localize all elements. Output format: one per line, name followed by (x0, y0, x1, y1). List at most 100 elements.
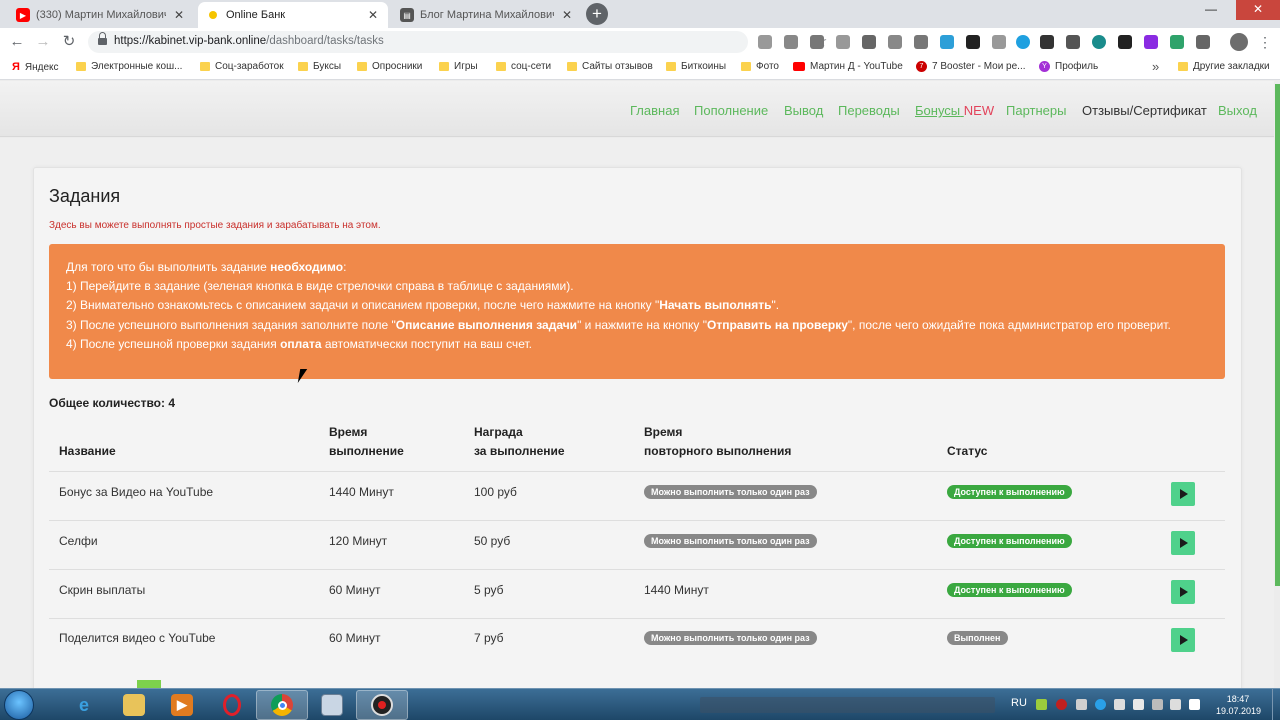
address-bar[interactable]: https://kabinet.vip-bank.online/dashboar… (88, 31, 827, 53)
taskbar-explorer[interactable] (108, 690, 160, 720)
windows-taskbar: e ▶ RU 18:47 19.07.2019 (0, 688, 1280, 720)
close-icon[interactable]: ✕ (366, 8, 380, 22)
menu-dots-icon[interactable]: ⋮ (1258, 33, 1272, 51)
bookmark-folder[interactable]: Буксы (298, 61, 341, 72)
nav-transfers[interactable]: Переводы (838, 103, 900, 118)
task-name: Селфи (59, 534, 98, 548)
chrome-icon (271, 694, 293, 716)
extension-icon[interactable] (914, 35, 928, 49)
bookmark-folder[interactable]: Электронные кош... (76, 61, 182, 72)
extension-icon[interactable] (1092, 35, 1106, 49)
language-indicator[interactable]: RU (1011, 697, 1027, 709)
task-reward: 7 руб (474, 631, 504, 645)
taskbar-media[interactable]: ▶ (156, 690, 208, 720)
skype-icon[interactable] (1095, 699, 1106, 710)
taskbar-opera[interactable] (206, 690, 258, 720)
bookmark-profile[interactable]: Y Профиль (1039, 61, 1098, 72)
extension-icon[interactable] (836, 35, 850, 49)
nav-home[interactable]: Главная (630, 103, 679, 118)
bookmarks-bar: Я Яндекс Электронные кош... Соц-заработок… (0, 56, 1280, 80)
flag-icon[interactable] (1189, 699, 1200, 710)
url-path: /dashboard/tasks/tasks (266, 35, 384, 47)
extension-icon[interactable] (1040, 35, 1054, 49)
taskbar-ie[interactable]: e (58, 690, 110, 720)
taskbar-window[interactable] (306, 690, 358, 720)
tray-icon[interactable] (1056, 699, 1067, 710)
tray-icon[interactable] (1076, 699, 1087, 710)
clock-time: 18:47 (1226, 694, 1250, 704)
tab-online-bank[interactable]: Online Банк ✕ (198, 2, 388, 28)
close-window-button[interactable]: ✕ (1236, 0, 1280, 20)
close-icon[interactable]: ✕ (172, 8, 186, 22)
extension-icon[interactable] (784, 35, 798, 49)
bookmark-folder[interactable]: Игры (439, 61, 478, 72)
forward-button[interactable]: → (34, 33, 52, 51)
extension-icon[interactable] (888, 35, 902, 49)
scrollbar-thumb[interactable] (1275, 84, 1280, 586)
extension-icon[interactable] (1118, 35, 1132, 49)
nav-topup[interactable]: Пополнение (694, 103, 768, 118)
bookmark-yandex[interactable]: Я Яндекс (12, 61, 59, 73)
taskbar-recorder[interactable] (356, 690, 408, 720)
system-clock[interactable]: 18:47 19.07.2019 (1216, 693, 1261, 717)
status-badge: Доступен к выполнению (947, 583, 1072, 597)
yandex-icon: Я (12, 61, 20, 73)
close-icon[interactable]: ✕ (560, 8, 574, 22)
extension-icon[interactable] (1144, 35, 1158, 49)
nav-logout[interactable]: Выход (1218, 103, 1257, 118)
bookmark-folder[interactable]: Фото (741, 61, 779, 72)
show-desktop-button[interactable] (1272, 689, 1280, 720)
nav-reviews[interactable]: Отзывы/Сертификат (1082, 103, 1207, 118)
start-button[interactable] (4, 690, 34, 720)
bookmark-youtube[interactable]: Мартин Д - YouTube (793, 61, 903, 72)
bookmark-label: Сайты отзывов (582, 61, 653, 72)
reload-button[interactable]: ↻ (60, 33, 78, 51)
bookmark-folder[interactable]: Опросники (357, 61, 422, 72)
new-tab-button[interactable]: + (586, 3, 608, 25)
open-task-button[interactable] (1171, 482, 1195, 506)
pagination-item[interactable] (137, 680, 161, 688)
tray-icon[interactable] (1170, 699, 1181, 710)
extension-icon[interactable] (966, 35, 980, 49)
tray-icon[interactable] (1133, 699, 1144, 710)
extension-icon[interactable] (810, 35, 824, 49)
back-button[interactable]: ← (8, 33, 26, 51)
nav-partners[interactable]: Партнеры (1006, 103, 1066, 118)
tab-blog[interactable]: ▤ Блог Мартина Михайловича - З ✕ (392, 2, 582, 28)
extension-icon[interactable] (1170, 35, 1184, 49)
col-header-time: Время выполнение (329, 423, 404, 461)
alert-text: : (343, 260, 347, 274)
extension-icon[interactable] (992, 35, 1006, 49)
nav-withdraw[interactable]: Вывод (784, 103, 823, 118)
bookmark-label: Игры (454, 61, 478, 72)
bookmark-other[interactable]: Другие закладки (1178, 61, 1270, 72)
profile-avatar[interactable] (1230, 33, 1248, 51)
bookmark-folder[interactable]: соц-сети (496, 61, 551, 72)
alert-line: Для того что бы выполнить задание необхо… (66, 258, 1208, 277)
extension-icon[interactable] (758, 35, 772, 49)
total-count: Общее количество: 4 (49, 396, 175, 410)
tray-icon[interactable] (1036, 699, 1047, 710)
nav-bonuses[interactable]: Бонусы NEW (915, 103, 994, 118)
bookmark-folder[interactable]: Биткоины (666, 61, 726, 72)
bookmark-label: Яндекс (24, 61, 59, 73)
minimize-button[interactable]: — (1196, 0, 1226, 20)
bookmarks-more-button[interactable]: » (1152, 59, 1159, 74)
network-icon[interactable] (1152, 699, 1163, 710)
open-task-button[interactable] (1171, 580, 1195, 604)
extension-icon[interactable] (940, 35, 954, 49)
open-task-button[interactable] (1171, 531, 1195, 555)
extension-icon[interactable] (1066, 35, 1080, 49)
youtube-icon: ▶ (16, 8, 30, 22)
open-task-button[interactable] (1171, 628, 1195, 652)
bookmark-booster[interactable]: 7 7 Booster - Мои ре... (916, 61, 1026, 72)
tab-youtube[interactable]: ▶ (330) Мартин Михайлович - YouTube ✕ (8, 2, 194, 28)
extension-icon[interactable] (1196, 35, 1210, 49)
extension-icon[interactable] (862, 35, 876, 49)
taskbar-chrome[interactable] (256, 690, 308, 720)
extension-icon[interactable] (1016, 35, 1030, 49)
volume-icon[interactable] (1114, 699, 1125, 710)
table-divider (49, 618, 1225, 619)
bookmark-folder[interactable]: Сайты отзывов (567, 61, 653, 72)
bookmark-folder[interactable]: Соц-заработок (200, 61, 284, 72)
